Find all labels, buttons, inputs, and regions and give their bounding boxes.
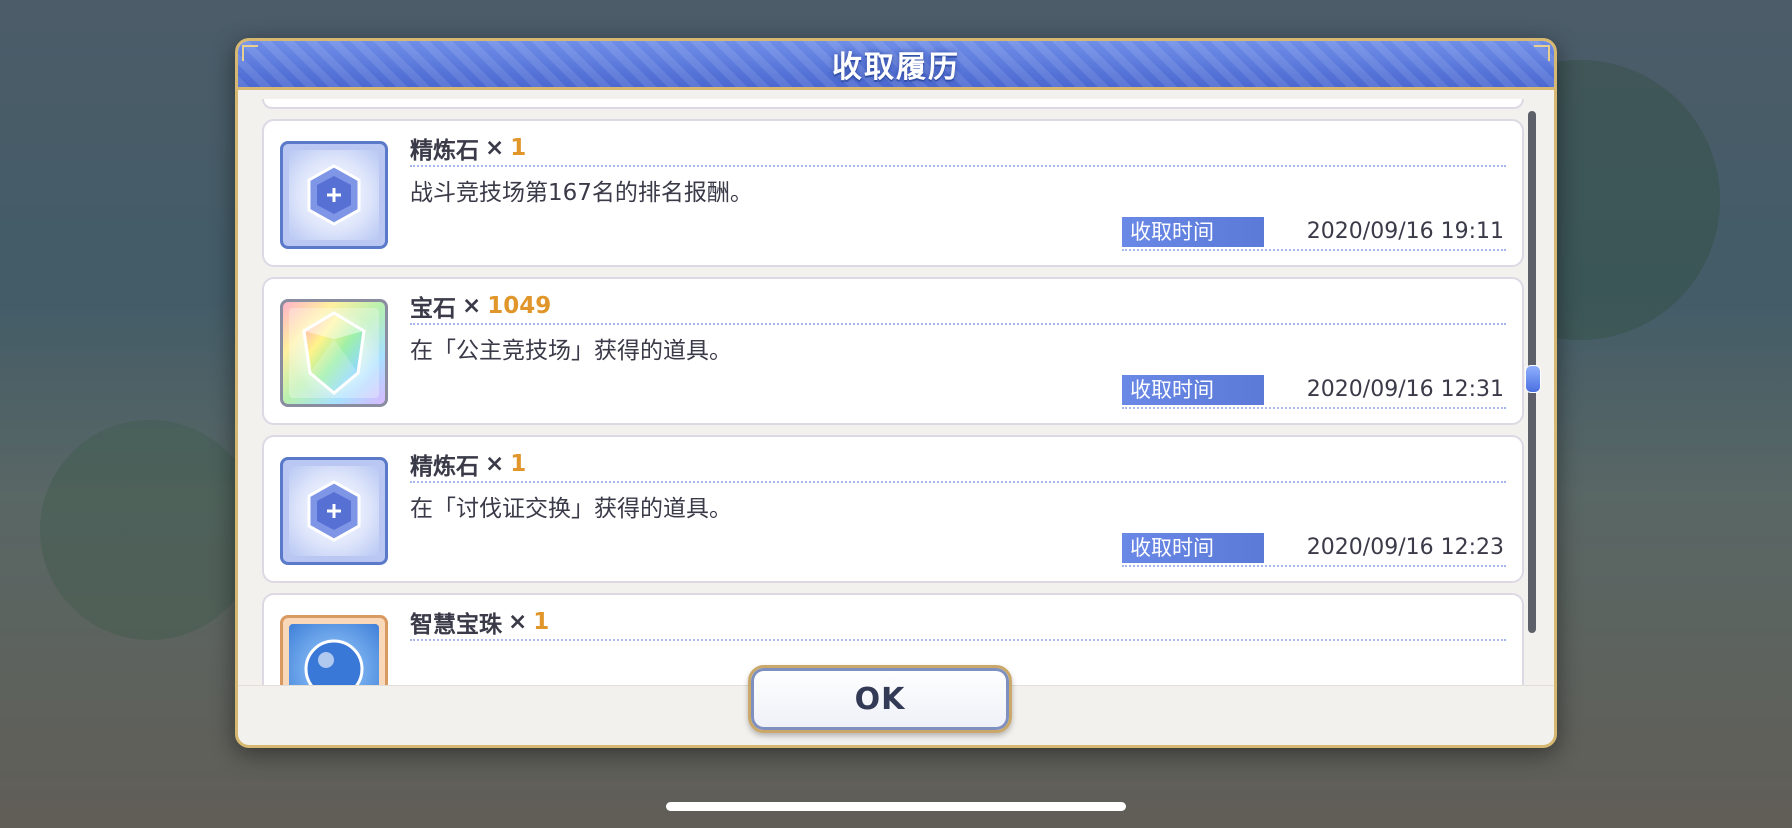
dialog-header: 收取履历 xyxy=(238,41,1554,90)
refine-stone-icon xyxy=(307,480,361,542)
receive-time-label: 收取时间 xyxy=(1122,375,1264,405)
corner-ornament-icon xyxy=(1534,45,1550,61)
item-name-line: 宝石 × 1049 xyxy=(410,289,1506,325)
background-decoration xyxy=(40,420,260,640)
item-name-line: 精炼石 × 1 xyxy=(410,447,1506,483)
item-name: 精炼石 xyxy=(410,138,479,164)
item-description: 在「讨伐证交换」获得的道具。 xyxy=(410,496,732,522)
item-name-line: 智慧宝珠 × 1 xyxy=(410,605,1506,641)
receive-time-value: 2020/09/16 12:31 xyxy=(1306,377,1504,402)
item-quantity: 1 xyxy=(510,135,527,161)
history-entry: 精炼石 × 1 战斗竞技场第167名的排名报酬。 收取时间 2020/09/16… xyxy=(262,119,1524,267)
item-quantity: 1 xyxy=(533,609,550,635)
item-icon-frame xyxy=(280,299,388,407)
receive-time-label: 收取时间 xyxy=(1122,217,1264,247)
item-name: 智慧宝珠 xyxy=(410,612,502,638)
ok-button[interactable]: OK xyxy=(748,665,1012,733)
item-quantity: 1 xyxy=(510,451,527,477)
item-description: 在「公主竞技场」获得的道具。 xyxy=(410,338,732,364)
times-sign: × xyxy=(485,451,505,477)
history-list[interactable]: 精炼石 × 1 战斗竞技场第167名的排名报酬。 收取时间 2020/09/16… xyxy=(238,99,1530,685)
receive-time-value: 2020/09/16 19:11 xyxy=(1306,219,1504,244)
item-icon-frame xyxy=(280,457,388,565)
item-icon-frame xyxy=(280,141,388,249)
scrollbar-thumb[interactable] xyxy=(1525,365,1541,393)
history-entry: 精炼石 × 1 在「讨伐证交换」获得的道具。 收取时间 2020/09/16 1… xyxy=(262,435,1524,583)
receive-time-value: 2020/09/16 12:23 xyxy=(1306,535,1504,560)
item-name-line: 精炼石 × 1 xyxy=(410,131,1506,167)
receive-time-label: 收取时间 xyxy=(1122,533,1264,563)
dialog-title: 收取履历 xyxy=(832,50,960,85)
home-indicator[interactable] xyxy=(666,802,1126,811)
times-sign: × xyxy=(462,293,482,319)
item-name: 精炼石 xyxy=(410,454,479,480)
times-sign: × xyxy=(485,135,505,161)
previous-entry-edge xyxy=(262,99,1524,109)
list-scrollbar[interactable] xyxy=(1525,111,1541,633)
receive-time-row: 收取时间 2020/09/16 12:31 xyxy=(1122,375,1506,409)
refine-stone-icon xyxy=(307,164,361,226)
gem-icon xyxy=(302,311,366,395)
history-entry: 宝石 × 1049 在「公主竞技场」获得的道具。 收取时间 2020/09/16… xyxy=(262,277,1524,425)
item-description: 战斗竞技场第167名的排名报酬。 xyxy=(410,180,753,206)
receive-time-row: 收取时间 2020/09/16 12:23 xyxy=(1122,533,1506,567)
item-quantity: 1049 xyxy=(487,293,552,319)
item-icon-frame xyxy=(280,615,388,685)
receive-history-dialog: 收取履历 精炼石 × 1 战斗竞技场第167名的排名报酬。 收取时间 2020/… xyxy=(235,38,1557,748)
receive-time-row: 收取时间 2020/09/16 19:11 xyxy=(1122,217,1506,251)
corner-ornament-icon xyxy=(242,45,258,61)
item-name: 宝石 xyxy=(410,296,456,322)
wisdom-orb-icon xyxy=(304,639,364,685)
times-sign: × xyxy=(508,609,528,635)
